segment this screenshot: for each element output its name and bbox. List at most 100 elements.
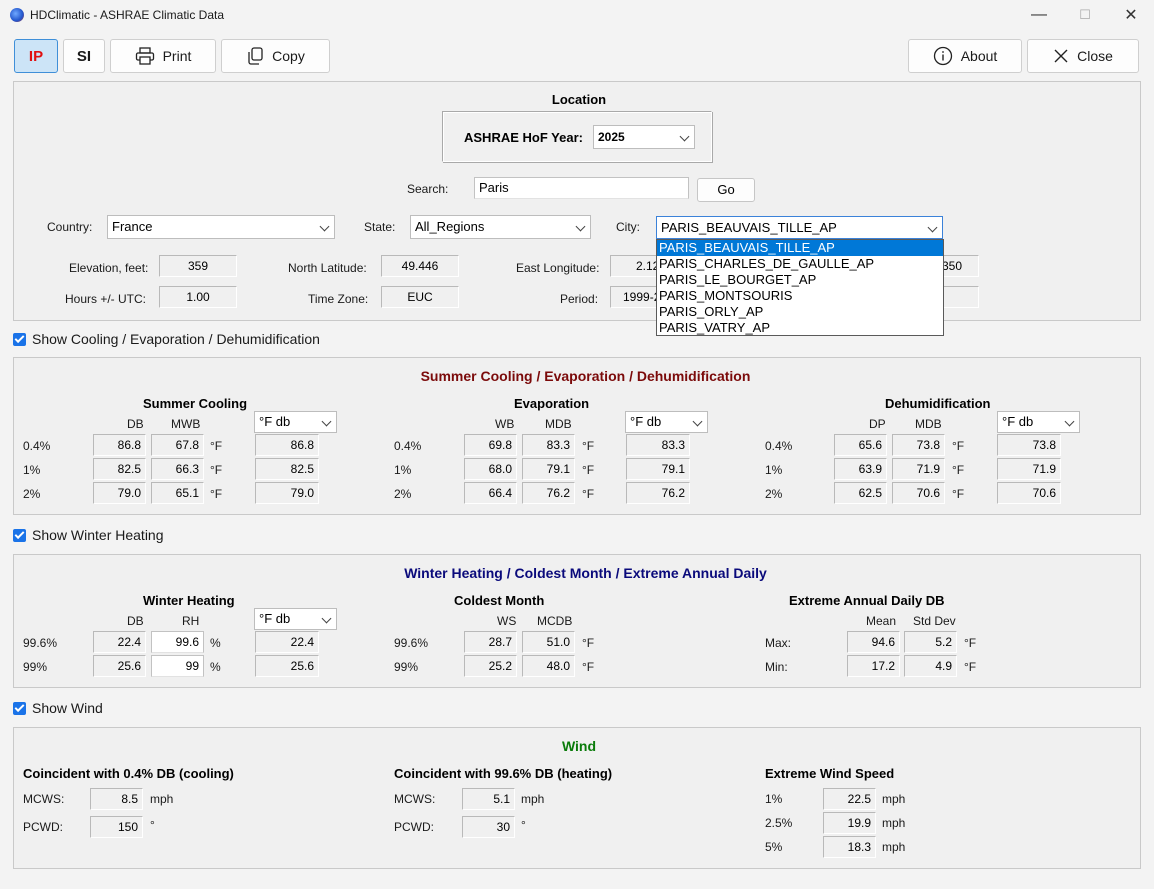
longitude-label: East Longitude: — [516, 261, 600, 275]
rh-input[interactable]: 99.6 — [151, 631, 204, 653]
value-cell: 18.3 — [823, 836, 876, 858]
wind-toggle-label[interactable]: Show Wind — [32, 700, 103, 716]
about-label: About — [960, 48, 998, 64]
converted-value-cell: 79.1 — [626, 458, 690, 480]
heating-toggle-label[interactable]: Show Winter Heating — [32, 527, 164, 543]
mcws-label: MCWS: — [23, 792, 65, 806]
city-option[interactable]: PARIS_LE_BOURGET_AP — [657, 272, 943, 288]
copy-button[interactable]: Copy — [221, 39, 330, 73]
wind-checkbox[interactable] — [13, 702, 26, 715]
mph-unit: mph — [150, 792, 174, 806]
print-label: Print — [162, 48, 192, 64]
minimize-button[interactable]: — — [1016, 0, 1062, 30]
value-cell: 22.5 — [823, 788, 876, 810]
unit-label: °F — [582, 636, 595, 650]
converted-value-cell: 71.9 — [997, 458, 1061, 480]
chevron-down-icon — [319, 221, 330, 232]
row-label: 0.4% — [765, 439, 793, 453]
close-button[interactable]: Close — [1027, 39, 1139, 73]
chevron-down-icon — [575, 221, 586, 232]
dehum-unit-select[interactable]: °F db — [997, 411, 1080, 433]
hof-year-value: 2025 — [598, 130, 625, 144]
city-option[interactable]: PARIS_BEAUVAIS_TILLE_AP — [657, 240, 943, 256]
value-cell: 17.2 — [847, 655, 900, 677]
value-cell: 73.8 — [892, 434, 945, 456]
city-select[interactable]: PARIS_BEAUVAIS_TILLE_AP — [656, 216, 943, 239]
ip-units-button[interactable]: IP — [14, 39, 58, 73]
state-label: State: — [364, 220, 396, 234]
wind-title: Wind — [561, 738, 597, 754]
col-header-mwb: MWB — [171, 417, 201, 431]
unit-label: % — [210, 636, 221, 650]
city-option[interactable]: PARIS_CHARLES_DE_GAULLE_AP — [657, 256, 943, 272]
unit-label: °F — [210, 439, 223, 453]
minimize-icon: — — [1031, 6, 1047, 23]
unit-value: °F db — [259, 414, 291, 429]
unit-label: °F — [964, 636, 977, 650]
value-cell: 79.1 — [522, 458, 575, 480]
rh-input[interactable]: 99 — [151, 655, 204, 677]
heating-checkbox[interactable] — [13, 529, 26, 542]
city-option[interactable]: PARIS_ORLY_AP — [657, 304, 943, 320]
value-cell: 63.9 — [834, 458, 887, 480]
row-label: 2% — [394, 487, 412, 501]
col-header-mdb: MDB — [545, 417, 572, 431]
value-cell: 69.8 — [464, 434, 517, 456]
state-value: All_Regions — [415, 219, 485, 234]
col-header-rh: RH — [182, 614, 200, 628]
converted-value-cell: 22.4 — [255, 631, 319, 653]
winter-unit-select[interactable]: °F db — [254, 608, 337, 630]
col-header-ws: WS — [497, 614, 517, 628]
app-globe-icon — [10, 8, 24, 22]
degree-unit: ° — [521, 818, 526, 832]
wind-cooling-title: Coincident with 0.4% DB (cooling) — [23, 766, 234, 781]
city-option[interactable]: PARIS_VATRY_AP — [657, 320, 943, 336]
row-label: 1% — [394, 463, 412, 477]
city-label: City: — [616, 220, 640, 234]
chevron-down-icon — [679, 131, 690, 142]
wind-heating-title: Coincident with 99.6% DB (heating) — [394, 766, 613, 781]
maximize-icon: ☐ — [1079, 7, 1091, 22]
row-label: 99.6% — [394, 636, 429, 650]
cooling-checkbox[interactable] — [13, 333, 26, 346]
hof-year-select[interactable]: 2025 — [593, 125, 695, 149]
converted-value-cell: 70.6 — [997, 482, 1061, 504]
search-input[interactable]: Paris — [474, 177, 689, 199]
value-cell: 83.3 — [522, 434, 575, 456]
city-dropdown-list[interactable]: PARIS_BEAUVAIS_TILLE_AP PARIS_CHARLES_DE… — [656, 239, 944, 336]
print-button[interactable]: Print — [110, 39, 216, 73]
value-cell: 48.0 — [522, 655, 575, 677]
converted-value-cell: 83.3 — [626, 434, 690, 456]
summer-cooling-title: Summer Cooling — [143, 396, 248, 411]
elevation-label: Elevation, feet: — [69, 261, 149, 275]
close-window-button[interactable]: ✕ — [1108, 0, 1154, 30]
go-button[interactable]: Go — [697, 178, 755, 202]
evap-unit-select[interactable]: °F db — [625, 411, 708, 433]
value-cell: 65.1 — [151, 482, 204, 504]
si-units-button[interactable]: SI — [63, 39, 105, 73]
state-select[interactable]: All_Regions — [410, 215, 591, 239]
extreme-daily-title: Extreme Annual Daily DB — [789, 593, 945, 608]
cooling-toggle-label[interactable]: Show Cooling / Evaporation / Dehumidific… — [32, 331, 320, 347]
copy-icon — [248, 47, 263, 65]
chevron-down-icon — [1064, 416, 1075, 427]
chevron-down-icon — [927, 222, 938, 233]
chevron-down-icon — [321, 613, 332, 624]
converted-value-cell: 79.0 — [255, 482, 319, 504]
maximize-button[interactable]: ☐ — [1062, 0, 1108, 30]
row-label: 0.4% — [394, 439, 422, 453]
value-cell: 71.9 — [892, 458, 945, 480]
city-option[interactable]: PARIS_MONTSOURIS — [657, 288, 943, 304]
col-header-db: DB — [127, 614, 144, 628]
row-label: 2% — [23, 487, 41, 501]
unit-label: °F — [210, 463, 223, 477]
pcwd-cooling-value: 150 — [90, 816, 143, 838]
unit-label: °F — [210, 487, 223, 501]
unit-label: °F — [964, 660, 977, 674]
row-label: 0.4% — [23, 439, 51, 453]
about-button[interactable]: About — [908, 39, 1022, 73]
value-cell: 86.8 — [93, 434, 146, 456]
country-select[interactable]: France — [107, 215, 335, 239]
summer-unit-select[interactable]: °F db — [254, 411, 337, 433]
country-label: Country: — [47, 220, 93, 234]
